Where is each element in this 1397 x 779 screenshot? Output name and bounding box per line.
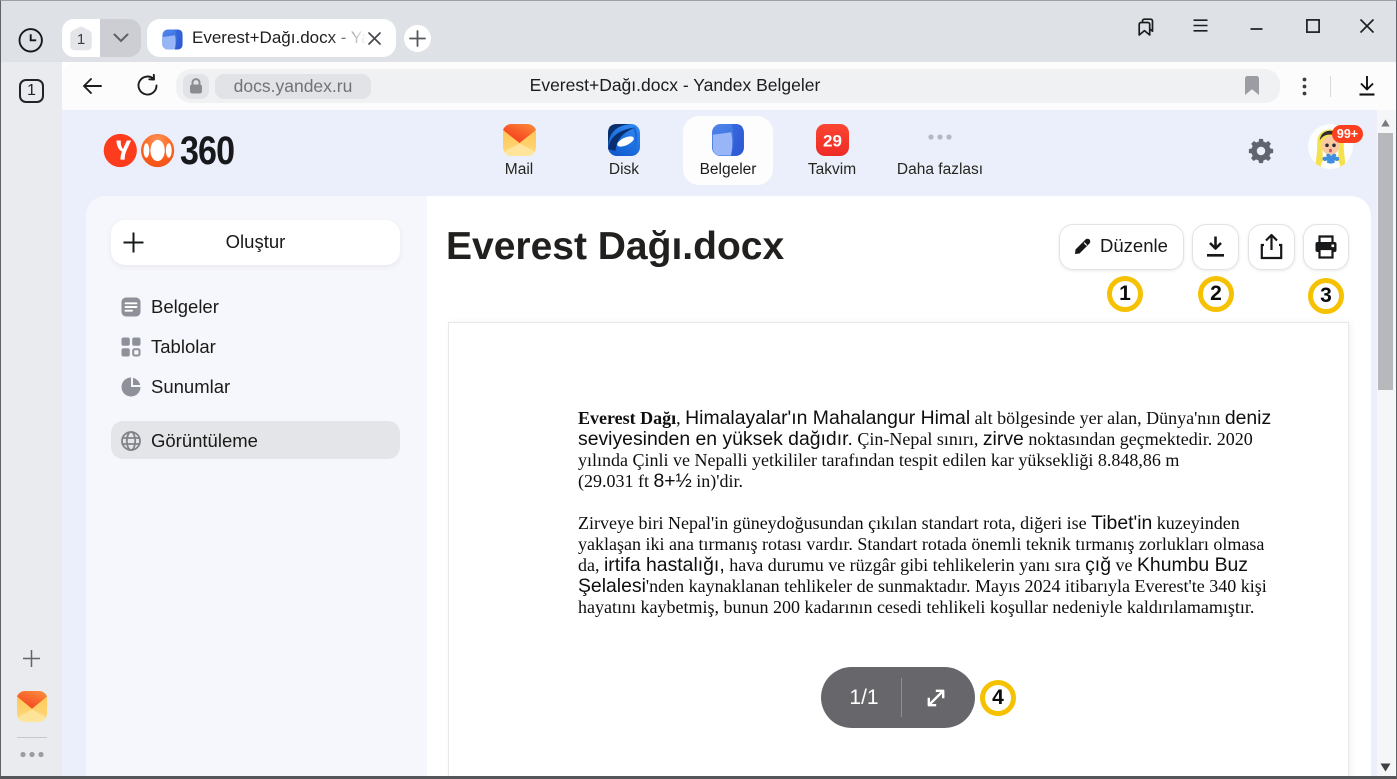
svg-text:29: 29 xyxy=(823,132,842,151)
